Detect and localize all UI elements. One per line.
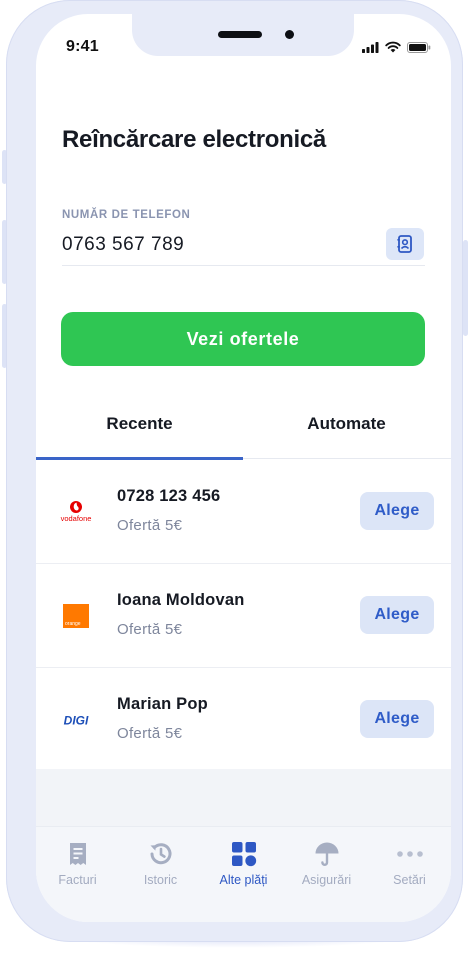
status-time: 9:41 bbox=[66, 38, 99, 55]
tab-bar: Facturi Istoric Alte plăți Asigurări Set… bbox=[36, 826, 451, 922]
status-icons bbox=[362, 41, 431, 53]
svg-text:vodafone: vodafone bbox=[61, 514, 92, 523]
orange-logo: orange bbox=[54, 602, 98, 630]
screen: 9:41 Reîncărcare electronică NUMĂR DE TE… bbox=[36, 14, 451, 922]
list-item[interactable]: orange Ioana Moldovan Ofertă 5€ Alege bbox=[36, 564, 451, 668]
tab-automate[interactable]: Automate bbox=[243, 414, 450, 459]
phone-field-label: NUMĂR DE TELEFON bbox=[62, 209, 191, 221]
camera bbox=[285, 30, 294, 39]
tab-bar-label: Asigurări bbox=[301, 873, 352, 887]
history-icon bbox=[148, 839, 174, 869]
svg-text:DIGI: DIGI bbox=[64, 714, 89, 728]
tabs: Recente Automate bbox=[36, 414, 451, 460]
recent-name: 0728 123 456 bbox=[117, 487, 221, 505]
choose-button[interactable]: Alege bbox=[360, 596, 434, 634]
choose-button[interactable]: Alege bbox=[360, 700, 434, 738]
tab-bar-alte-plati[interactable]: Alte plăți bbox=[202, 839, 285, 887]
phone-number-input[interactable]: 0763 567 789 bbox=[62, 234, 184, 256]
list-item[interactable]: vodafone 0728 123 456 Ofertă 5€ Alege bbox=[36, 460, 451, 564]
svg-text:orange: orange bbox=[65, 621, 81, 627]
recent-name: Ioana Moldovan bbox=[117, 591, 245, 609]
tab-bar-asigurari[interactable]: Asigurări bbox=[285, 839, 368, 887]
tab-bar-label: Facturi bbox=[58, 873, 97, 887]
wifi-icon bbox=[385, 41, 401, 53]
tab-bar-label: Istoric bbox=[143, 873, 178, 887]
phone-field-underline bbox=[62, 265, 425, 266]
signal-icon bbox=[362, 41, 379, 53]
battery-icon bbox=[407, 41, 431, 53]
choose-button[interactable]: Alege bbox=[360, 492, 434, 530]
tab-recente[interactable]: Recente bbox=[36, 414, 243, 459]
receipt-icon bbox=[69, 839, 87, 869]
recent-offer: Ofertă 5€ bbox=[117, 517, 183, 534]
more-dots-icon bbox=[396, 839, 424, 869]
recents-list: vodafone 0728 123 456 Ofertă 5€ Alege or… bbox=[36, 460, 451, 772]
view-offers-button[interactable]: Vezi ofertele bbox=[61, 312, 425, 366]
recent-offer: Ofertă 5€ bbox=[117, 725, 183, 742]
speaker bbox=[218, 31, 262, 38]
tab-bar-setari[interactable]: Setări bbox=[368, 839, 451, 887]
tab-bar-label: Alte plăți bbox=[219, 873, 268, 887]
umbrella-icon bbox=[314, 839, 340, 869]
contacts-button[interactable] bbox=[386, 228, 424, 260]
recent-name: Marian Pop bbox=[117, 695, 208, 713]
notch bbox=[132, 14, 354, 56]
digi-logo: DIGI bbox=[54, 706, 98, 734]
tab-bar-facturi[interactable]: Facturi bbox=[36, 839, 119, 887]
grid-icon bbox=[231, 839, 257, 869]
tab-bar-istoric[interactable]: Istoric bbox=[119, 839, 202, 887]
contact-book-icon bbox=[397, 235, 412, 253]
recent-offer: Ofertă 5€ bbox=[117, 621, 183, 638]
page-title: Reîncărcare electronică bbox=[62, 126, 326, 153]
list-item[interactable]: DIGI Marian Pop Ofertă 5€ Alege bbox=[36, 668, 451, 772]
power-button bbox=[463, 240, 468, 336]
tab-bar-label: Setări bbox=[393, 873, 426, 887]
list-background bbox=[36, 769, 451, 829]
vodafone-logo: vodafone bbox=[54, 498, 98, 526]
phone-frame: 9:41 Reîncărcare electronică NUMĂR DE TE… bbox=[6, 0, 463, 942]
